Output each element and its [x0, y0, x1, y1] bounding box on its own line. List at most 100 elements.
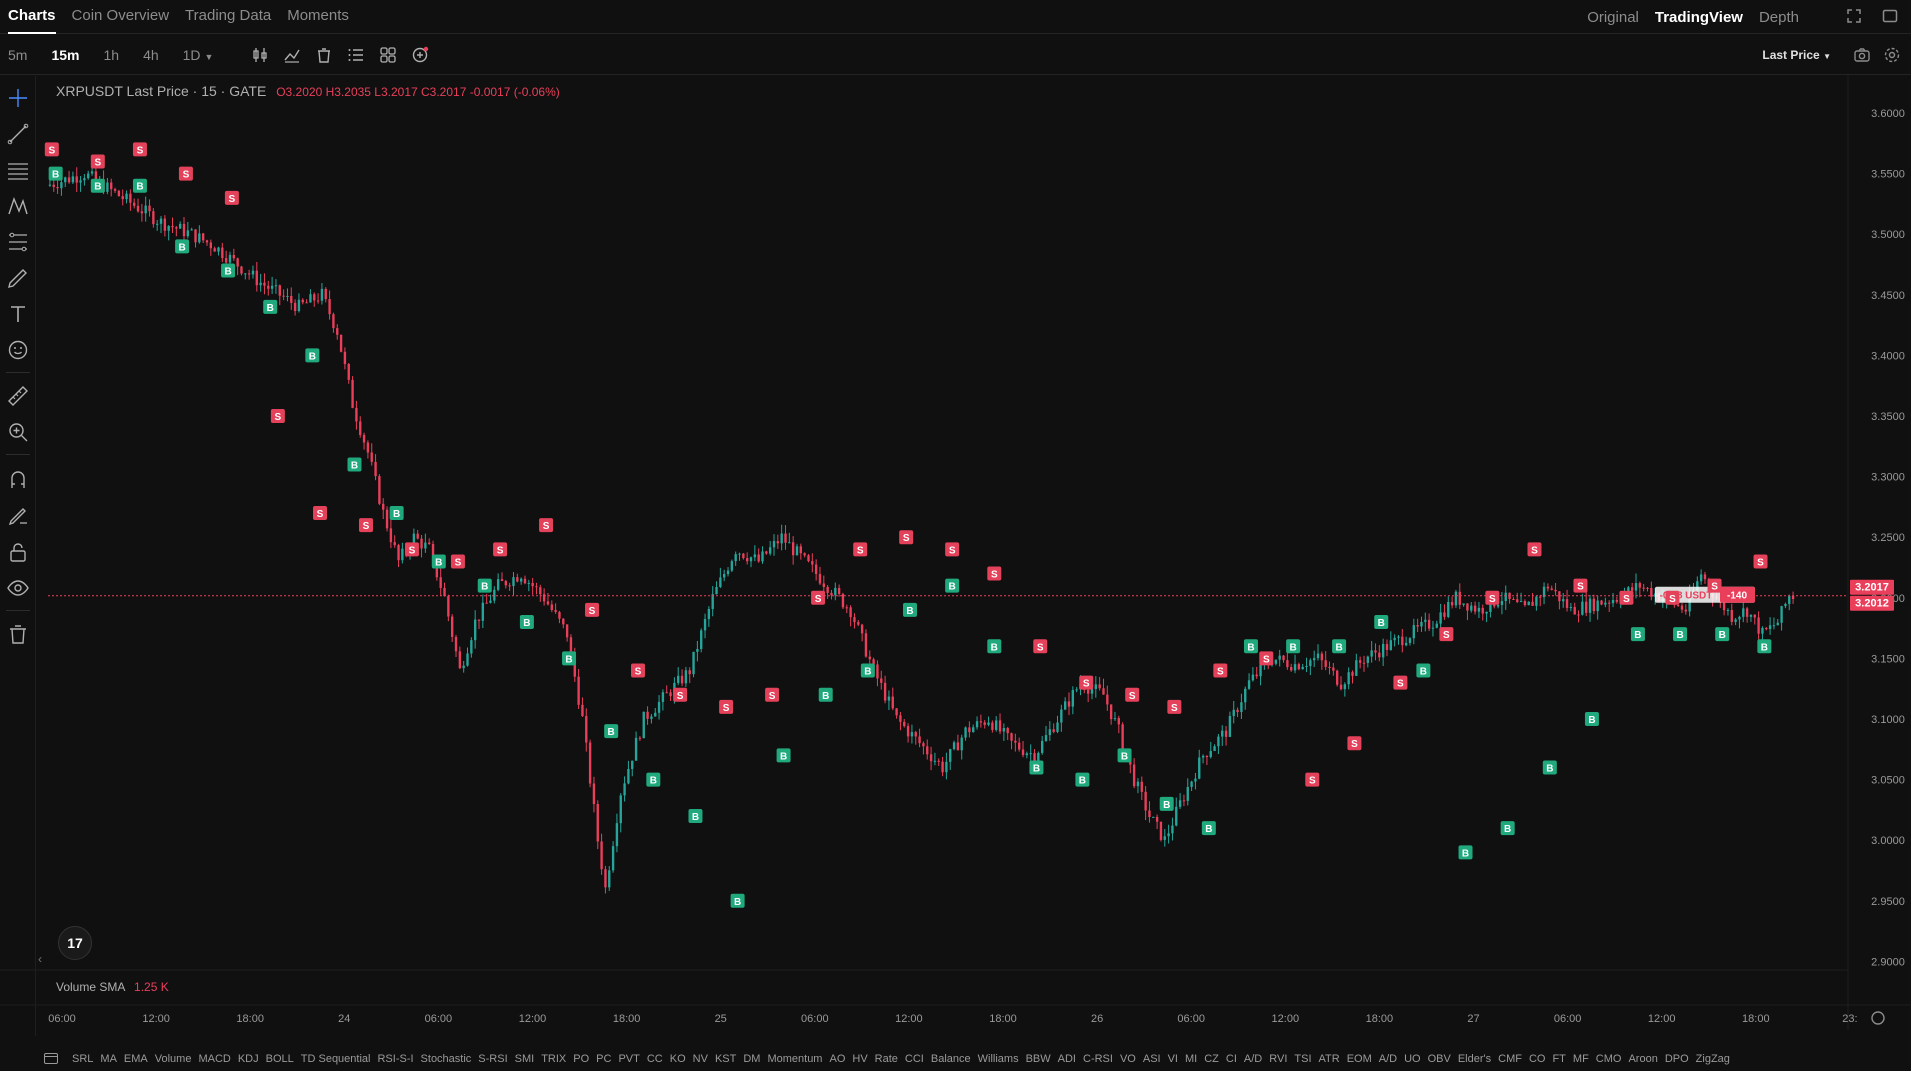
indicator-bbw[interactable]: BBW — [1026, 1053, 1051, 1065]
indicator-obv[interactable]: OBV — [1428, 1053, 1451, 1065]
indicator-rvi[interactable]: RVI — [1269, 1053, 1287, 1065]
indicator-volume[interactable]: Volume — [155, 1053, 192, 1065]
price-axis-label: 3.3500 — [1871, 411, 1905, 423]
indicator-cc[interactable]: CC — [647, 1053, 663, 1065]
indicator-co[interactable]: CO — [1529, 1053, 1546, 1065]
candle-body — [1362, 662, 1366, 664]
indicator-uo[interactable]: UO — [1404, 1053, 1421, 1065]
indicator-stochastic[interactable]: Stochastic — [421, 1053, 472, 1065]
indicator-ema[interactable]: EMA — [124, 1053, 148, 1065]
candle-body — [336, 328, 339, 335]
candle-body — [899, 715, 902, 722]
sell-signal-label: S — [1711, 582, 1718, 593]
candle-body — [1443, 612, 1446, 617]
indicator-macd[interactable]: MACD — [198, 1053, 230, 1065]
candle-body — [1477, 607, 1481, 612]
price-axis-label: 3.5000 — [1871, 229, 1905, 241]
indicator-srl[interactable]: SRL — [72, 1053, 93, 1065]
indicator-cci[interactable]: CCI — [905, 1053, 924, 1065]
sell-signal-label: S — [1083, 679, 1090, 690]
indicator-pvt[interactable]: PVT — [618, 1053, 639, 1065]
indicator-c-rsi[interactable]: C-RSI — [1083, 1053, 1113, 1065]
indicator-hv[interactable]: HV — [852, 1053, 867, 1065]
buy-signal-label: B — [1462, 848, 1469, 859]
indicator-mf[interactable]: MF — [1573, 1053, 1589, 1065]
indicator-cmo[interactable]: CMO — [1596, 1053, 1622, 1065]
tradingview-logo[interactable]: 17 — [58, 926, 92, 960]
indicator-ma[interactable]: MA — [100, 1053, 117, 1065]
indicator-cz[interactable]: CZ — [1204, 1053, 1219, 1065]
indicator-kst[interactable]: KST — [715, 1053, 736, 1065]
indicator-cmf[interactable]: CMF — [1498, 1053, 1522, 1065]
candle-body — [1228, 716, 1232, 737]
time-axis-label: 06:00 — [1177, 1013, 1205, 1025]
indicator-eom[interactable]: EOM — [1347, 1053, 1372, 1065]
indicator-dm[interactable]: DM — [743, 1053, 760, 1065]
indicator-elder-s[interactable]: Elder's — [1458, 1053, 1491, 1065]
candle-body — [903, 721, 906, 727]
candle-body — [247, 273, 251, 275]
indicator-momentum[interactable]: Momentum — [767, 1053, 822, 1065]
indicator-s-rsi[interactable]: S-RSI — [478, 1053, 507, 1065]
calendar-icon[interactable] — [44, 1052, 58, 1064]
candle-body — [539, 587, 542, 595]
indicator-a-d[interactable]: A/D — [1244, 1053, 1262, 1065]
indicator-trix[interactable]: TRIX — [541, 1053, 566, 1065]
candle-body — [604, 869, 607, 888]
candle-body — [1765, 628, 1768, 630]
candle-body — [1393, 637, 1396, 641]
indicator-balance[interactable]: Balance — [931, 1053, 971, 1065]
price-chart[interactable]: 3.6000 3.5500 3.5000 3.4500 3.4000 3.3500 3.30… — [0, 0, 1911, 1071]
candle-body — [1113, 718, 1117, 720]
indicator-vi[interactable]: VI — [1168, 1053, 1178, 1065]
candle-body — [803, 553, 806, 556]
candle-body — [393, 542, 396, 546]
indicator-td-sequential[interactable]: TD Sequential — [301, 1053, 371, 1065]
sell-signal-label: S — [1623, 594, 1630, 605]
candle-body — [791, 542, 795, 556]
candle-body — [339, 334, 343, 352]
candle-body — [87, 173, 90, 179]
indicator-boll[interactable]: BOLL — [266, 1053, 294, 1065]
candle-body — [1385, 643, 1389, 650]
candle-body — [171, 225, 174, 228]
candle-body — [148, 205, 151, 212]
indicator-rate[interactable]: Rate — [875, 1053, 898, 1065]
indicator-atr[interactable]: ATR — [1319, 1053, 1340, 1065]
candle-body — [1466, 603, 1469, 611]
indicator-mi[interactable]: MI — [1185, 1053, 1197, 1065]
time-axis-settings-icon[interactable] — [1871, 1011, 1885, 1025]
indicator-williams[interactable]: Williams — [978, 1053, 1019, 1065]
indicator-pc[interactable]: PC — [596, 1053, 611, 1065]
candle-body — [1121, 724, 1124, 750]
candle-body — [1431, 627, 1435, 629]
indicator-ko[interactable]: KO — [670, 1053, 686, 1065]
indicator-adi[interactable]: ADI — [1058, 1053, 1076, 1065]
indicator-po[interactable]: PO — [573, 1053, 589, 1065]
time-axis-label: 18:00 — [1366, 1013, 1394, 1025]
indicator-smi[interactable]: SMI — [515, 1053, 535, 1065]
indicator-dpo[interactable]: DPO — [1665, 1053, 1689, 1065]
indicator-ao[interactable]: AO — [829, 1053, 845, 1065]
candle-body — [841, 593, 845, 608]
indicator-asi[interactable]: ASI — [1143, 1053, 1161, 1065]
indicator-rsi-s-i[interactable]: RSI-S-I — [377, 1053, 413, 1065]
candle-body — [918, 736, 921, 744]
indicator-ft[interactable]: FT — [1552, 1053, 1565, 1065]
indicator-tsi[interactable]: TSI — [1294, 1053, 1311, 1065]
candle-body — [190, 229, 193, 231]
candle-body — [558, 611, 561, 619]
indicator-zigzag[interactable]: ZigZag — [1696, 1053, 1730, 1065]
indicator-kdj[interactable]: KDJ — [238, 1053, 259, 1065]
candle-body — [125, 193, 128, 200]
indicator-aroon[interactable]: Aroon — [1628, 1053, 1657, 1065]
candle-body — [447, 596, 450, 617]
candle-body — [864, 633, 868, 657]
indicator-nv[interactable]: NV — [693, 1053, 708, 1065]
candle-body — [347, 364, 350, 380]
candle-body — [1585, 601, 1588, 613]
collapse-panel-icon[interactable]: ‹ — [38, 952, 42, 966]
indicator-vo[interactable]: VO — [1120, 1053, 1136, 1065]
indicator-ci[interactable]: CI — [1226, 1053, 1237, 1065]
indicator-a-d[interactable]: A/D — [1379, 1053, 1397, 1065]
